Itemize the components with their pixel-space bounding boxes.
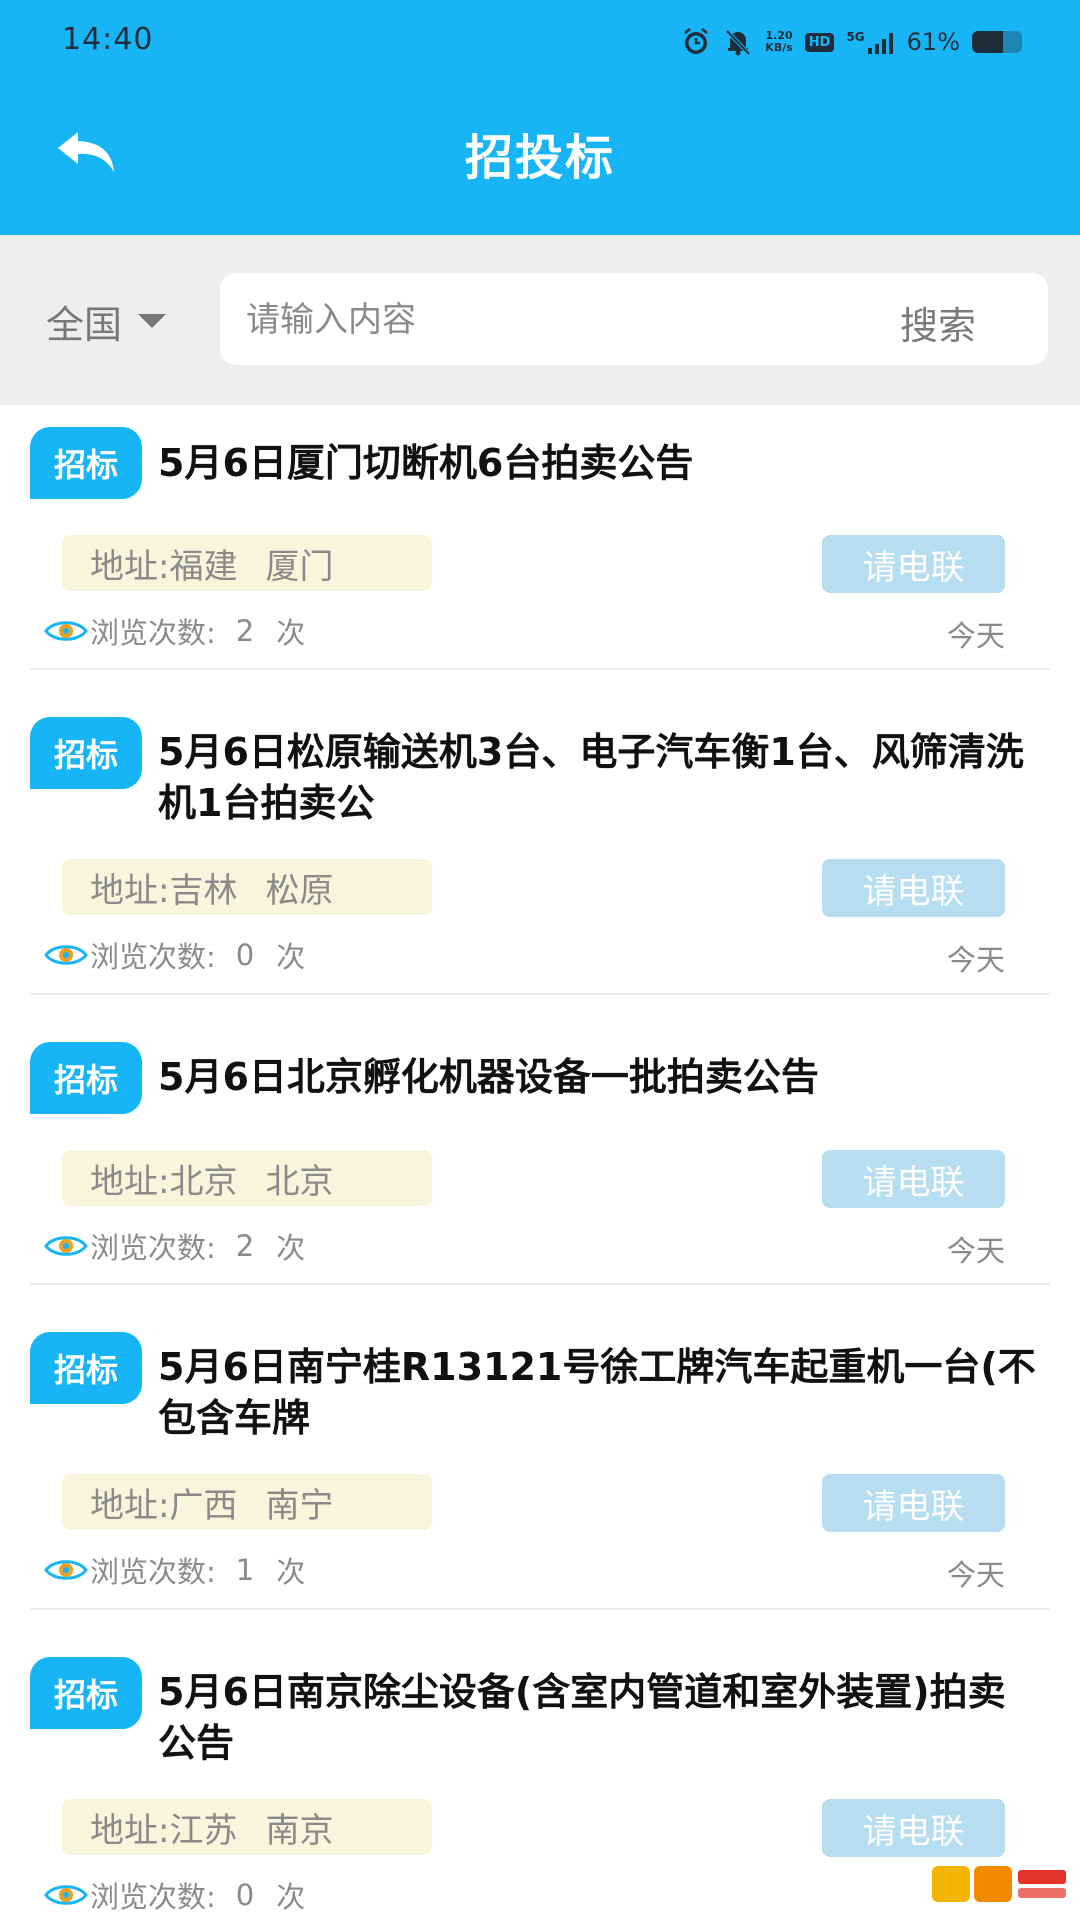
list-item[interactable]: 招标 5月6日南宁桂R13121号徐工牌汽车起重机一台(不包含车牌 地址: 广西… [0,1285,1080,1610]
address-city: 南京 [265,1810,334,1851]
address-province: 福建 [169,546,238,587]
views-suffix: 次 [276,1555,306,1589]
item-address: 地址: 广西 南宁 [62,1474,432,1530]
views-number: 2 [235,1229,255,1263]
address-city: 南宁 [265,1485,334,1526]
status-time: 14:40 [62,22,154,57]
region-label: 全国 [46,302,123,347]
address-province: 吉林 [169,870,238,911]
address-prefix: 地址: [90,1485,170,1526]
search-input[interactable] [244,291,808,349]
address-prefix: 地址: [90,1161,170,1202]
address-province: 江苏 [169,1810,238,1851]
views-number: 0 [235,1878,255,1912]
address-city: 厦门 [265,546,334,587]
eye-icon [44,1556,88,1584]
item-title[interactable]: 5月6日北京孵化机器设备一批拍卖公告 [158,1052,1040,1103]
views-prefix: 浏览次数: [90,1880,216,1914]
page-title: 招投标 [464,130,615,186]
item-date: 今天 [946,1558,1005,1592]
item-date: 今天 [946,619,1005,653]
views-suffix: 次 [276,1880,306,1914]
item-address: 地址: 福建 厦门 [62,535,432,591]
item-date: 今天 [946,943,1005,977]
status-icons: 1.20 KB/s HD 5G 61% [681,24,1022,60]
views-number: 0 [235,938,255,972]
region-select[interactable]: 全国 [46,295,167,347]
search-button[interactable]: 搜索 [900,295,976,350]
view-count: 浏览次数: 2 次 [44,1226,305,1266]
eye-icon [44,941,88,969]
list-item[interactable]: 招标 5月6日厦门切断机6台拍卖公告 地址: 福建 厦门 请电联 浏览次数: 2… [0,405,1080,670]
address-prefix: 地址: [90,870,170,911]
views-prefix: 浏览次数: [90,616,216,650]
call-button[interactable]: 请电联 [822,1150,1005,1208]
views-prefix: 浏览次数: [90,1231,216,1265]
tender-tag: 招标 [30,1657,142,1729]
tender-tag: 招标 [30,1042,142,1114]
call-button[interactable]: 请电联 [822,1799,1005,1857]
address-city: 北京 [265,1161,334,1202]
item-address: 地址: 江苏 南京 [62,1799,432,1855]
tender-tag: 招标 [30,1332,142,1404]
battery-percent: 61% [906,28,960,56]
views-suffix: 次 [276,940,306,974]
app-header: 14:40 1.20 KB/s HD 5G 61% 招投标 [0,0,1080,235]
view-count: 浏览次数: 0 次 [44,935,305,975]
battery-level [972,31,1003,53]
item-title[interactable]: 5月6日厦门切断机6台拍卖公告 [158,438,1040,489]
eye-icon [44,617,88,645]
view-count: 浏览次数: 2 次 [44,611,305,651]
status-bar: 14:40 1.20 KB/s HD 5G 61% [0,0,1080,80]
address-prefix: 地址: [90,1810,170,1851]
address-province: 广西 [169,1485,238,1526]
alarm-icon [681,27,711,57]
views-prefix: 浏览次数: [90,1555,216,1589]
watermark-logo [924,1854,1074,1914]
views-suffix: 次 [276,616,306,650]
item-address: 地址: 北京 北京 [62,1150,432,1206]
view-count: 浏览次数: 0 次 [44,1875,305,1915]
call-button[interactable]: 请电联 [822,535,1005,593]
tender-tag: 招标 [30,427,142,499]
address-province: 北京 [169,1161,238,1202]
address-city: 松原 [265,870,334,911]
item-title[interactable]: 5月6日南宁桂R13121号徐工牌汽车起重机一台(不包含车牌 [158,1342,1040,1444]
network-speed: 1.20 KB/s [765,29,793,54]
mute-bell-icon [723,27,753,57]
item-title[interactable]: 5月6日南京除尘设备(含室内管道和室外装置)拍卖公告 [158,1667,1040,1769]
views-prefix: 浏览次数: [90,940,216,974]
caret-down-icon [138,314,167,328]
list-item[interactable]: 招标 5月6日松原输送机3台、电子汽车衡1台、风筛清洗机1台拍卖公 地址: 吉林… [0,670,1080,995]
views-number: 2 [235,614,255,648]
tender-tag: 招标 [30,717,142,789]
call-button[interactable]: 请电联 [822,1474,1005,1532]
view-count: 浏览次数: 1 次 [44,1550,305,1590]
list-item[interactable]: 招标 5月6日南京除尘设备(含室内管道和室外装置)拍卖公告 地址: 江苏 南京 … [0,1610,1080,1920]
search-box: 搜索 [220,273,1048,365]
hd-badge: HD [804,32,835,52]
search-bar: 全国 搜索 [0,235,1080,405]
list-item[interactable]: 招标 5月6日北京孵化机器设备一批拍卖公告 地址: 北京 北京 请电联 浏览次数… [0,995,1080,1285]
views-suffix: 次 [276,1231,306,1265]
battery-icon [972,31,1022,53]
item-title[interactable]: 5月6日松原输送机3台、电子汽车衡1台、风筛清洗机1台拍卖公 [158,727,1040,829]
call-button[interactable]: 请电联 [822,859,1005,917]
item-date: 今天 [946,1234,1005,1268]
eye-icon [44,1232,88,1260]
item-address: 地址: 吉林 松原 [62,859,432,915]
signal-icon: 5G [846,30,894,54]
address-prefix: 地址: [90,546,170,587]
views-number: 1 [235,1553,255,1587]
eye-icon [44,1881,88,1909]
